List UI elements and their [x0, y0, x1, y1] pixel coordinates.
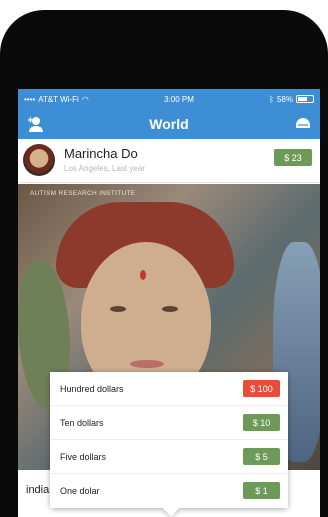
donation-option-label: One dolar	[60, 486, 100, 496]
author-avatar[interactable]	[23, 144, 55, 176]
post-meta: Los Angeles, Last year	[64, 164, 145, 173]
donation-option-label: Hundred dollars	[60, 383, 124, 394]
app-screen: •••• AT&T Wi-Fi ◠ 3:00 PM ᛒ 58% World Ma…	[18, 89, 320, 517]
bluetooth-icon: ᛒ	[269, 94, 274, 104]
donation-amount-badge[interactable]: $ 10	[243, 414, 280, 431]
status-bar: •••• AT&T Wi-Fi ◠ 3:00 PM ᛒ 58%	[18, 89, 320, 109]
page-title: World	[149, 116, 189, 132]
photo-watermark-label: AUTISM RESEARCH INSTITUTE	[30, 190, 136, 197]
inbox-icon	[296, 118, 310, 128]
donation-popover: Hundred dollars $ 100 Ten dollars $ 10 F…	[50, 372, 288, 508]
author-name[interactable]: Marincha Do	[64, 146, 138, 161]
carrier-label: AT&T Wi-Fi	[38, 94, 79, 104]
caption-text: india	[26, 484, 50, 496]
post-price-badge[interactable]: $ 23	[274, 149, 312, 166]
donation-option-10[interactable]: Ten dollars $ 10	[50, 406, 288, 440]
donation-option-1[interactable]: One dolar $ 1	[50, 474, 288, 508]
post-header[interactable]: Marincha Do Los Angeles, Last year $ 23	[18, 139, 320, 183]
photo-bindi	[140, 270, 146, 280]
wifi-icon: ◠	[81, 94, 89, 104]
add-user-button[interactable]	[26, 116, 44, 132]
donation-amount-badge[interactable]: $ 5	[243, 448, 280, 465]
donation-option-5[interactable]: Five dollars $ 5	[50, 440, 288, 474]
donation-option-100[interactable]: Hundred dollars $ 100	[50, 372, 288, 406]
donation-amount-badge[interactable]: $ 1	[243, 482, 280, 499]
inbox-button[interactable]	[294, 116, 312, 132]
add-user-icon	[28, 117, 43, 132]
photo-lips	[130, 360, 164, 368]
donation-amount-badge[interactable]: $ 100	[243, 380, 280, 397]
donation-option-label: Ten dollars	[60, 417, 104, 428]
battery-icon	[296, 95, 314, 103]
battery-percent: 58%	[276, 94, 293, 104]
donation-option-label: Five dollars	[60, 451, 107, 462]
time-label: 3:00 PM	[164, 94, 194, 104]
navbar: World	[18, 109, 320, 154]
signal-icon: ••••	[24, 94, 36, 104]
photo-eye-left	[110, 306, 126, 312]
photo-eye-right	[162, 306, 178, 312]
